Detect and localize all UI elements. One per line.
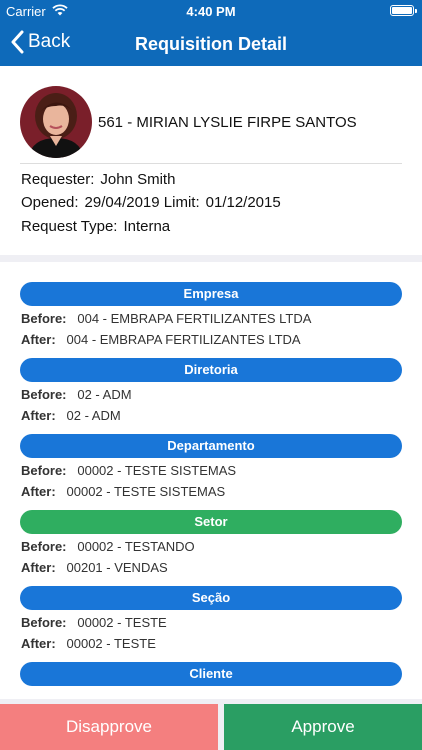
section-header-empresa: Empresa	[20, 282, 402, 306]
request-type-value: Interna	[123, 218, 171, 235]
employee-name: 561 - MIRIAN LYSLIE FIRPE SANTOS	[98, 114, 357, 131]
after-row: After: 004 - EMBRAPA FERTILIZANTES LTDA	[21, 332, 301, 347]
after-value: 02 - ADM	[66, 408, 121, 423]
after-value: 00002 - TESTE SISTEMAS	[66, 484, 226, 499]
changes-list: Empresa Before: 004 - EMBRAPA FERTILIZAN…	[0, 262, 422, 699]
requester-value: John Smith	[100, 171, 176, 188]
opened-label: Opened:	[21, 194, 79, 211]
after-value: 004 - EMBRAPA FERTILIZANTES LTDA	[66, 332, 301, 347]
opened-value: 29/04/2019	[84, 194, 160, 211]
approve-button[interactable]: Approve	[224, 704, 422, 750]
divider	[20, 163, 402, 164]
avatar	[20, 86, 92, 158]
after-row: After: 02 - ADM	[21, 408, 121, 423]
before-value: 00002 - TESTE SISTEMAS	[77, 463, 237, 478]
before-row: Before: 02 - ADM	[21, 387, 132, 402]
section-header-secao: Seção	[20, 586, 402, 610]
section-header-diretoria: Diretoria	[20, 358, 402, 382]
section-header-cliente: Cliente	[20, 662, 402, 686]
requester-row: Requester: John Smith	[21, 171, 175, 188]
before-row: Before: 00002 - TESTE SISTEMAS	[21, 463, 237, 478]
after-row: After: 00002 - TESTE SISTEMAS	[21, 484, 226, 499]
after-value: 00201 - VENDAS	[66, 560, 168, 575]
before-row: Before: 00002 - TESTANDO	[21, 539, 195, 554]
profile-photo	[20, 86, 92, 158]
page-title: Requisition Detail	[134, 34, 287, 54]
limit-value: 01/12/2015	[205, 194, 281, 211]
after-row: After: 00201 - VENDAS	[21, 560, 168, 575]
clock: 4:40 PM	[186, 4, 236, 19]
limit-label: Limit:	[163, 194, 200, 211]
before-row: Before: 00002 - TESTE	[21, 615, 167, 630]
after-row: After: 00002 - TESTE	[21, 636, 156, 651]
section-header-setor: Setor	[20, 510, 402, 534]
request-type-row: Request Type: Interna	[21, 218, 170, 235]
before-row: Before: 004 - EMBRAPA FERTILIZANTES LTDA	[21, 311, 312, 326]
disapprove-button[interactable]: Disapprove	[0, 704, 218, 750]
battery-icon	[390, 5, 417, 16]
status-bar: Carrier 4:40 PM	[0, 0, 422, 22]
request-type-label: Request Type:	[21, 218, 118, 235]
before-value: 004 - EMBRAPA FERTILIZANTES LTDA	[77, 311, 312, 326]
app-header: Carrier 4:40 PM Back Requisition Detail	[0, 0, 422, 66]
section-header-departamento: Departamento	[20, 434, 402, 458]
requester-label: Requester:	[21, 171, 95, 188]
before-value: 02 - ADM	[77, 387, 132, 402]
after-value: 00002 - TESTE	[66, 636, 156, 651]
before-value: 00002 - TESTE	[77, 615, 167, 630]
dates-row: Opened: 29/04/2019 Limit: 01/12/2015	[21, 194, 281, 211]
requisition-info-card: 561 - MIRIAN LYSLIE FIRPE SANTOS Request…	[0, 66, 422, 255]
navigation-bar: Back Requisition Detail	[0, 22, 422, 66]
before-value: 00002 - TESTANDO	[77, 539, 195, 554]
